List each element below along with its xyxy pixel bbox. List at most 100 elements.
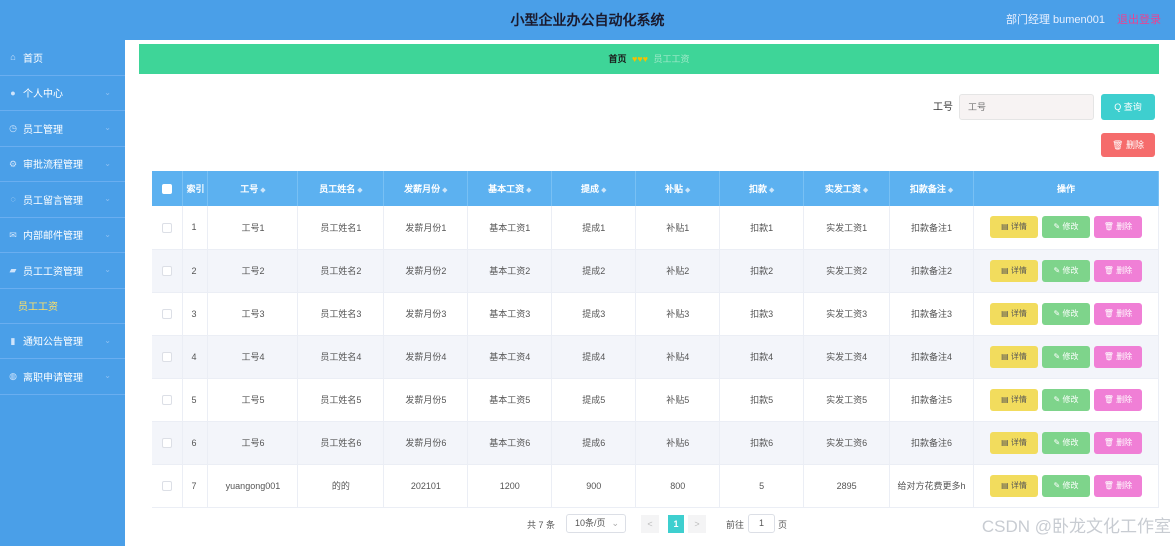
sort-icon[interactable]: ◆: [526, 187, 531, 194]
sort-icon[interactable]: ◆: [948, 187, 953, 194]
chevron-down-icon: ⌄: [611, 518, 619, 528]
search-button[interactable]: Q 查询: [1101, 94, 1155, 120]
delete-button[interactable]: 🗑 删除: [1094, 388, 1142, 411]
detail-button[interactable]: ▤ 详情: [990, 388, 1038, 411]
table-cell: 扣款备注6: [889, 421, 975, 465]
table-cell: 扣款3: [719, 292, 805, 336]
edit-button[interactable]: ✎ 修改: [1042, 431, 1090, 454]
edit-button[interactable]: ✎ 修改: [1042, 259, 1090, 282]
column-header[interactable]: 发薪月份 ◆: [383, 171, 469, 206]
row-checkbox[interactable]: [162, 308, 173, 319]
table-cell: 6: [182, 421, 209, 465]
page-number-button[interactable]: 1: [668, 515, 684, 533]
column-header[interactable]: 扣款备注 ◆: [889, 171, 975, 206]
sidebar-item[interactable]: ◌ 员工留言管理 ⌄: [0, 182, 125, 218]
prev-page-button[interactable]: <: [641, 515, 659, 533]
sidebar-item[interactable]: ◷ 员工管理 ⌄: [0, 111, 125, 147]
sidebar-subitem[interactable]: 员工工资: [0, 289, 125, 324]
column-header[interactable]: 工号 ◆: [207, 171, 299, 206]
sidebar-item[interactable]: ⚙ 审批流程管理 ⌄: [0, 147, 125, 182]
sidebar-item[interactable]: ▮ 通知公告管理 ⌄: [0, 324, 125, 359]
sort-icon[interactable]: ◆: [442, 187, 447, 194]
row-checkbox[interactable]: [162, 480, 173, 491]
select-all-cell: [152, 171, 184, 206]
row-checkbox[interactable]: [162, 351, 173, 362]
detail-button[interactable]: ▤ 详情: [990, 259, 1038, 282]
table-cell: 扣款6: [719, 421, 805, 465]
row-checkbox[interactable]: [162, 265, 173, 276]
table-cell: 实发工资1: [803, 206, 891, 250]
main-content: 首页 ♥♥♥ 员工工资 工号 Q 查询 🗑 删除 索引工号◆员工姓名◆发薪月份◆…: [125, 40, 1175, 546]
sidebar-item[interactable]: ● 个人中心 ⌄: [0, 76, 125, 111]
sort-icon[interactable]: ◆: [260, 187, 265, 194]
column-header[interactable]: 基本工资 ◆: [467, 171, 553, 206]
table-cell: 提成6: [551, 421, 637, 465]
sort-icon[interactable]: ◆: [601, 187, 606, 194]
delete-button[interactable]: 🗑 删除: [1094, 216, 1142, 239]
sidebar-item-label: 员工留言管理: [23, 195, 83, 207]
detail-button[interactable]: ▤ 详情: [990, 302, 1038, 325]
sidebar-item[interactable]: ▰ 员工工资管理 ⌄: [0, 253, 125, 289]
mail-icon: ✉: [9, 229, 17, 240]
table-cell: 提成5: [551, 378, 637, 422]
table-row: 2 工号2 员工姓名2 发薪月份2 基本工资2 提成2 补贴2 扣款2 实发工资2 扣款备注2 ▤ …: [152, 249, 1159, 293]
edit-button[interactable]: ✎ 修改: [1042, 302, 1090, 325]
batch-delete-button[interactable]: 🗑 删除: [1101, 133, 1155, 157]
table-cell: 扣款5: [719, 378, 805, 422]
sidebar-item[interactable]: ⌂ 首页: [0, 40, 125, 76]
table-cell: 7: [182, 464, 209, 508]
row-actions: ▤ 详情 ✎ 修改 🗑 删除: [973, 292, 1159, 336]
row-actions: ▤ 详情 ✎ 修改 🗑 删除: [973, 206, 1159, 250]
table-cell: 4: [182, 335, 209, 379]
row-actions: ▤ 详情 ✎ 修改 🗑 删除: [973, 464, 1159, 508]
detail-button[interactable]: ▤ 详情: [990, 474, 1038, 497]
detail-button[interactable]: ▤ 详情: [990, 216, 1038, 239]
column-header[interactable]: 扣款 ◆: [719, 171, 805, 206]
goto-page-input[interactable]: 1: [748, 514, 775, 533]
sidebar-item[interactable]: ◍ 离职申请管理 ⌄: [0, 359, 125, 395]
table-cell: 扣款1: [719, 206, 805, 250]
detail-button[interactable]: ▤ 详情: [990, 431, 1038, 454]
table-row: 1 工号1 员工姓名1 发薪月份1 基本工资1 提成1 补贴1 扣款1 实发工资1 扣款备注1 ▤ …: [152, 206, 1159, 250]
sidebar-item[interactable]: ✉ 内部邮件管理 ⌄: [0, 218, 125, 253]
gear-icon: ⚙: [8, 158, 18, 169]
next-page-button[interactable]: >: [688, 515, 706, 533]
row-checkbox[interactable]: [162, 394, 173, 405]
table-cell: 扣款备注2: [889, 249, 975, 293]
sidebar-item-label: 个人中心: [23, 89, 63, 101]
delete-button[interactable]: 🗑 删除: [1094, 474, 1142, 497]
chevron-down-icon: ⌄: [104, 158, 111, 168]
column-header[interactable]: 提成 ◆: [551, 171, 637, 206]
breadcrumb-home[interactable]: 首页: [608, 54, 626, 64]
sort-icon[interactable]: ◆: [685, 187, 690, 194]
detail-button[interactable]: ▤ 详情: [990, 345, 1038, 368]
edit-button[interactable]: ✎ 修改: [1042, 345, 1090, 368]
delete-button[interactable]: 🗑 删除: [1094, 259, 1142, 282]
search-input[interactable]: [959, 94, 1094, 120]
page-size-select[interactable]: 10条/页 ⌄: [566, 514, 626, 533]
edit-button[interactable]: ✎ 修改: [1042, 388, 1090, 411]
edit-button[interactable]: ✎ 修改: [1042, 474, 1090, 497]
column-header-label: 扣款备注: [909, 184, 946, 194]
column-header[interactable]: 补贴 ◆: [635, 171, 721, 206]
row-checkbox[interactable]: [162, 222, 173, 233]
table-cell: 2895: [803, 464, 891, 508]
table-cell: 员工姓名6: [297, 421, 385, 465]
table-cell: 扣款备注3: [889, 292, 975, 336]
salary-table: 索引 工号 ◆ 员工姓名 ◆ 发薪月份 ◆ 基本工资 ◆ 提成 ◆ 补贴 ◆ 扣款 ◆ 实发工资 ◆ 扣款备注 ◆ 操…: [152, 171, 1159, 508]
sidebar-item-label: 首页: [23, 53, 43, 65]
sort-icon[interactable]: ◆: [769, 187, 774, 194]
table-header-row: 索引 工号 ◆ 员工姓名 ◆ 发薪月份 ◆ 基本工资 ◆ 提成 ◆ 补贴 ◆ 扣款 ◆ 实发工资 ◆ 扣款备注 ◆ 操…: [152, 171, 1159, 206]
column-header[interactable]: 实发工资 ◆: [803, 171, 891, 206]
delete-button[interactable]: 🗑 删除: [1094, 345, 1142, 368]
row-checkbox[interactable]: [162, 437, 173, 448]
sort-icon[interactable]: ◆: [863, 187, 868, 194]
select-all-checkbox[interactable]: [162, 183, 173, 194]
edit-button[interactable]: ✎ 修改: [1042, 216, 1090, 239]
table-cell: 员工姓名3: [297, 292, 385, 336]
sort-icon[interactable]: ◆: [357, 187, 362, 194]
delete-button[interactable]: 🗑 删除: [1094, 302, 1142, 325]
delete-button[interactable]: 🗑 删除: [1094, 431, 1142, 454]
column-header[interactable]: 员工姓名 ◆: [297, 171, 385, 206]
logout-link[interactable]: 退出登录: [1117, 0, 1161, 40]
